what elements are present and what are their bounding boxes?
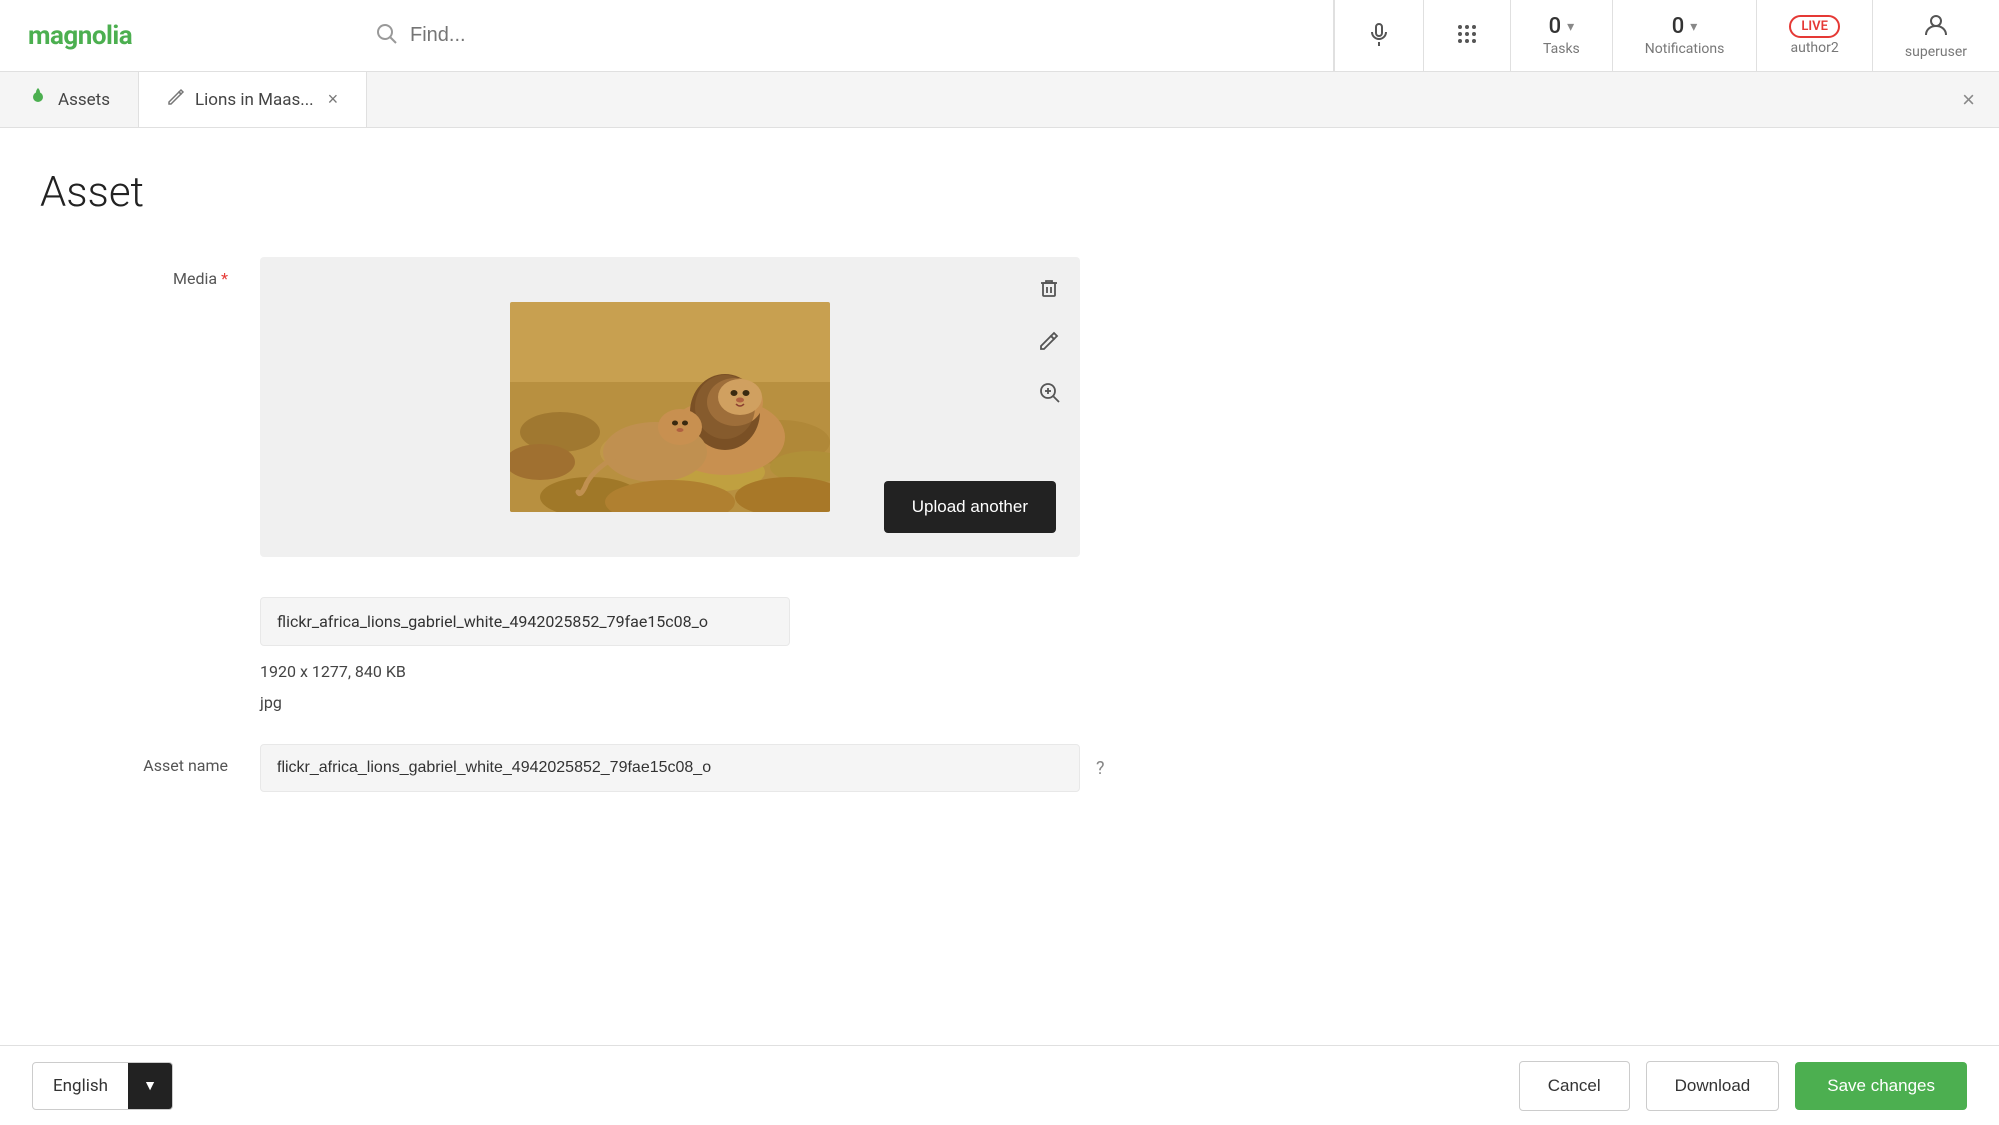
media-upload-area: Upload another [260,257,1080,557]
tab-close-button[interactable]: × [328,89,339,110]
asset-name-input[interactable] [260,744,1080,792]
tab-assets[interactable]: Assets [0,72,139,127]
media-preview-image [510,302,830,512]
grid-icon [1456,23,1478,49]
page-content: Asset Media* [0,128,1999,944]
tasks-menu[interactable]: 0 ▾ Tasks [1511,0,1613,71]
media-actions [1034,273,1064,413]
download-button[interactable]: Download [1646,1061,1780,1111]
search-input[interactable] [410,24,1309,47]
tasks-chevron-icon: ▾ [1567,19,1574,35]
live-environment-button[interactable]: LIVE author2 [1757,0,1873,71]
grid-menu-button[interactable] [1424,0,1511,71]
microphone-icon [1367,22,1391,50]
search-area [350,0,1334,71]
upload-another-button[interactable]: Upload another [884,481,1056,533]
file-info-row: flickr_africa_lions_gabriel_white_494202… [40,589,1959,712]
language-chevron-icon: ▼ [143,1077,157,1094]
language-dropdown-button[interactable]: ▼ [128,1063,172,1109]
author-label: author2 [1791,40,1839,56]
media-field-row: Media* [40,257,1959,557]
logo-area: magnolia [0,21,350,51]
notifications-chevron-icon: ▾ [1690,19,1697,35]
tasks-label: Tasks [1543,41,1580,57]
user-icon [1923,12,1949,42]
file-info-section: flickr_africa_lions_gabriel_white_494202… [260,597,790,712]
file-type: jpg [260,693,790,712]
asset-form: Media* [0,257,1999,792]
page-title: Asset [0,168,1999,217]
language-label: English [33,1076,128,1096]
media-label: Media* [40,257,260,288]
logo: magnolia [28,21,132,51]
microphone-button[interactable] [1334,0,1424,71]
save-changes-button[interactable]: Save changes [1795,1062,1967,1110]
asset-name-row: Asset name ? [40,744,1959,792]
notifications-label: Notifications [1645,41,1725,57]
asset-name-label: Asset name [40,744,260,775]
assets-leaf-icon [28,87,48,112]
bottom-actions: Cancel Download Save changes [1519,1061,1967,1111]
user-menu[interactable]: superuser [1873,0,1999,71]
live-badge: LIVE [1789,15,1840,38]
tab-edit[interactable]: Lions in Maas... × [139,72,367,127]
edit-pencil-icon [167,88,185,111]
filename-display: flickr_africa_lions_gabriel_white_494202… [260,597,790,646]
close-all-icon: × [1962,87,1975,112]
asset-name-field-group: ? [260,744,1105,792]
tasks-count: 0 [1549,14,1562,39]
language-selector[interactable]: English ▼ [32,1062,173,1110]
notifications-menu[interactable]: 0 ▾ Notifications [1613,0,1758,71]
zoom-media-button[interactable] [1034,377,1064,413]
file-info-label-spacer [40,589,260,601]
close-all-tabs-button[interactable]: × [1962,87,1975,113]
required-indicator: * [221,269,228,288]
tab-assets-label: Assets [58,90,110,110]
cancel-button[interactable]: Cancel [1519,1061,1630,1111]
search-icon [374,21,398,51]
tab-edit-label: Lions in Maas... [195,90,314,110]
notifications-count: 0 [1672,14,1685,39]
edit-media-button[interactable] [1034,325,1064,361]
help-icon[interactable]: ? [1096,758,1105,779]
file-dimensions: 1920 x 1277, 840 KB [260,662,790,681]
tab-bar: Assets Lions in Maas... × × [0,72,1999,128]
superuser-label: superuser [1905,44,1967,60]
delete-media-button[interactable] [1034,273,1064,309]
bottom-action-bar: English ▼ Cancel Download Save changes [0,1045,1999,1125]
top-navigation: magnolia 0 ▾ Tasks 0 ▾ Notifications [0,0,1999,72]
